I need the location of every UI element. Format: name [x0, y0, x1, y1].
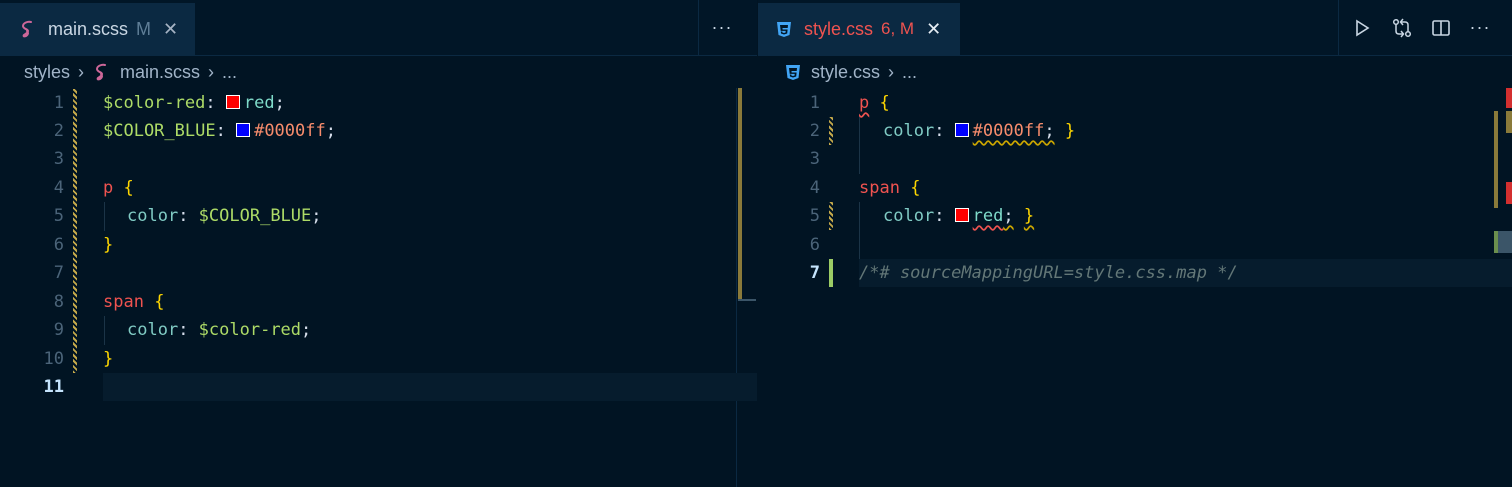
line-number: 1: [53, 93, 64, 113]
line-number-active: 7: [809, 263, 820, 283]
overview-ruler-error[interactable]: [1506, 88, 1512, 108]
css3-icon: [774, 19, 794, 39]
close-icon[interactable]: ✕: [926, 19, 941, 40]
tab-main-scss[interactable]: main.scss M ✕: [0, 3, 195, 55]
right-editor[interactable]: 1 2 3 4 5 6 7 p { color: #0000ff; } span…: [737, 88, 1512, 487]
compare-changes-icon[interactable]: [1384, 0, 1420, 55]
chevron-right-icon: ›: [208, 61, 215, 82]
overview-ruler-error[interactable]: [1506, 182, 1512, 204]
modified-gutter-marker[interactable]: [829, 202, 833, 230]
sass-icon: [18, 19, 38, 39]
code-line-10: }: [103, 349, 114, 369]
indent-guide: [859, 202, 860, 259]
chevron-right-icon: ›: [78, 61, 85, 82]
overview-ruler-modified[interactable]: [1494, 111, 1498, 208]
tab-actions-divider: [698, 0, 699, 55]
code-line-2: $COLOR_BLUE: #0000ff;: [103, 121, 336, 141]
css3-icon: [783, 62, 803, 82]
tab-actions-divider: [1338, 0, 1339, 55]
line-number: 6: [53, 235, 64, 255]
chevron-right-icon: ›: [888, 61, 895, 82]
color-swatch-red[interactable]: [954, 208, 969, 222]
breadcrumb-symbol[interactable]: ...: [902, 62, 917, 83]
line-number: 7: [53, 263, 64, 283]
line-number: 4: [809, 178, 820, 198]
code-line-2: color: #0000ff; }: [883, 121, 1076, 141]
code-line-4: p {: [103, 178, 134, 198]
code-line-7: /*# sourceMappingURL=style.css.map */: [859, 263, 1238, 283]
left-editor[interactable]: 1 2 3 4 5 6 7 8 9 10 11 $color-red: red;…: [0, 88, 757, 487]
indent-guide: [104, 202, 105, 231]
modified-gutter-marker[interactable]: [829, 117, 833, 145]
run-icon[interactable]: [1344, 0, 1380, 55]
line-number: 10: [43, 349, 64, 369]
breadcrumb-file[interactable]: style.css: [811, 62, 880, 83]
code-line-8: span {: [103, 292, 165, 312]
tab-modified-badge: M: [136, 18, 152, 39]
overview-ruler-added-marker: [1494, 231, 1498, 253]
tab-style-css[interactable]: style.css 6, M ✕: [758, 3, 960, 55]
breadcrumb-file[interactable]: main.scss: [120, 62, 200, 83]
left-tab-bar: main.scss M ✕ ···: [0, 0, 757, 56]
modified-gutter-marker[interactable]: [73, 89, 77, 373]
line-number: 2: [809, 121, 820, 141]
line-number: 1: [809, 93, 820, 113]
code-line-1: p {: [859, 93, 890, 113]
tab-problems-badge: 6, M: [881, 19, 915, 38]
tab-label: style.css: [804, 18, 874, 39]
color-swatch-red[interactable]: [225, 95, 240, 109]
indent-guide: [859, 117, 860, 174]
color-swatch-blue[interactable]: [954, 123, 969, 137]
line-number: 3: [53, 149, 64, 169]
code-line-1: $color-red: red;: [103, 93, 285, 113]
split-editor-icon[interactable]: [1423, 0, 1459, 55]
sass-icon: [92, 62, 112, 82]
breadcrumb: style.css › ...: [783, 56, 917, 88]
right-tab-bar: style.css 6, M ✕ ···: [758, 0, 1512, 56]
code-line-5: color: $COLOR_BLUE;: [127, 206, 322, 226]
breadcrumb-folder[interactable]: styles: [24, 62, 70, 83]
line-number: 5: [53, 206, 64, 226]
line-number: 6: [809, 235, 820, 255]
line-number-active: 11: [43, 377, 64, 397]
code-line-6: }: [103, 235, 114, 255]
line-number: 2: [53, 121, 64, 141]
more-actions-icon[interactable]: ···: [1462, 0, 1498, 55]
code-line-4: span {: [859, 178, 921, 198]
added-gutter-marker[interactable]: [829, 259, 833, 287]
line-number: 9: [53, 320, 64, 340]
breadcrumb: styles › main.scss › ...: [24, 56, 237, 88]
line-number: 5: [809, 206, 820, 226]
tab-label: main.scss: [48, 18, 129, 39]
code-line-9: color: $color-red;: [127, 320, 312, 340]
code-line-5: color: red; }: [883, 206, 1035, 226]
breadcrumb-symbol[interactable]: ...: [222, 62, 237, 83]
overview-ruler-warning[interactable]: [1506, 111, 1512, 133]
line-number: 8: [53, 292, 64, 312]
line-number: 3: [809, 149, 820, 169]
indent-guide: [104, 316, 105, 345]
color-swatch-blue[interactable]: [236, 123, 251, 137]
close-icon[interactable]: ✕: [163, 19, 178, 40]
current-line-highlight: [103, 373, 757, 401]
more-actions-icon[interactable]: ···: [704, 0, 740, 55]
line-number: 4: [53, 178, 64, 198]
